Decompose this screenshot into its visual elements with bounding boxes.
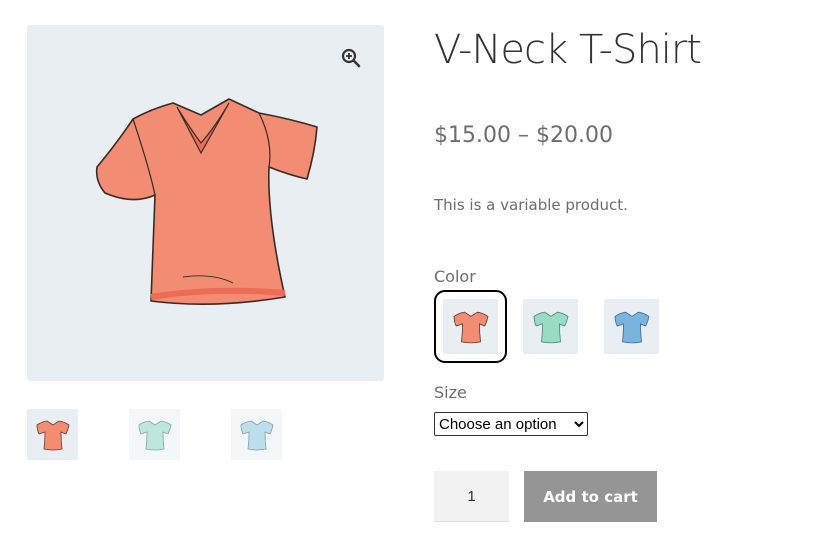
tshirt-thumbnail-image bbox=[36, 420, 69, 450]
gallery-thumbnail-green[interactable] bbox=[129, 409, 180, 460]
color-swatch-blue[interactable] bbox=[604, 299, 659, 354]
zoom-in-icon bbox=[341, 48, 361, 68]
size-label: Size bbox=[434, 383, 467, 402]
product-main-image[interactable] bbox=[27, 25, 384, 381]
quantity-input[interactable] bbox=[434, 471, 509, 522]
product-price: $15.00 – $20.00 bbox=[434, 123, 613, 148]
tshirt-swatch-image bbox=[614, 311, 649, 343]
zoom-button[interactable] bbox=[334, 41, 368, 75]
product-title: V-Neck T-Shirt bbox=[434, 27, 702, 73]
gallery-thumbnail-blue[interactable] bbox=[231, 409, 282, 460]
color-swatch-green[interactable] bbox=[523, 299, 578, 354]
tshirt-thumbnail-image bbox=[240, 420, 273, 450]
tshirt-swatch-image bbox=[453, 311, 488, 343]
tshirt-swatch-image bbox=[533, 311, 568, 343]
gallery-thumbnail-red[interactable] bbox=[27, 409, 78, 460]
color-label: Color bbox=[434, 267, 476, 286]
tshirt-image bbox=[95, 98, 318, 305]
product-description: This is a variable product. bbox=[434, 196, 628, 214]
tshirt-thumbnail-image bbox=[138, 420, 171, 450]
add-to-cart-button[interactable]: Add to cart bbox=[524, 471, 657, 522]
size-select[interactable]: Choose an option bbox=[434, 412, 588, 436]
color-swatch-red[interactable] bbox=[434, 290, 507, 363]
